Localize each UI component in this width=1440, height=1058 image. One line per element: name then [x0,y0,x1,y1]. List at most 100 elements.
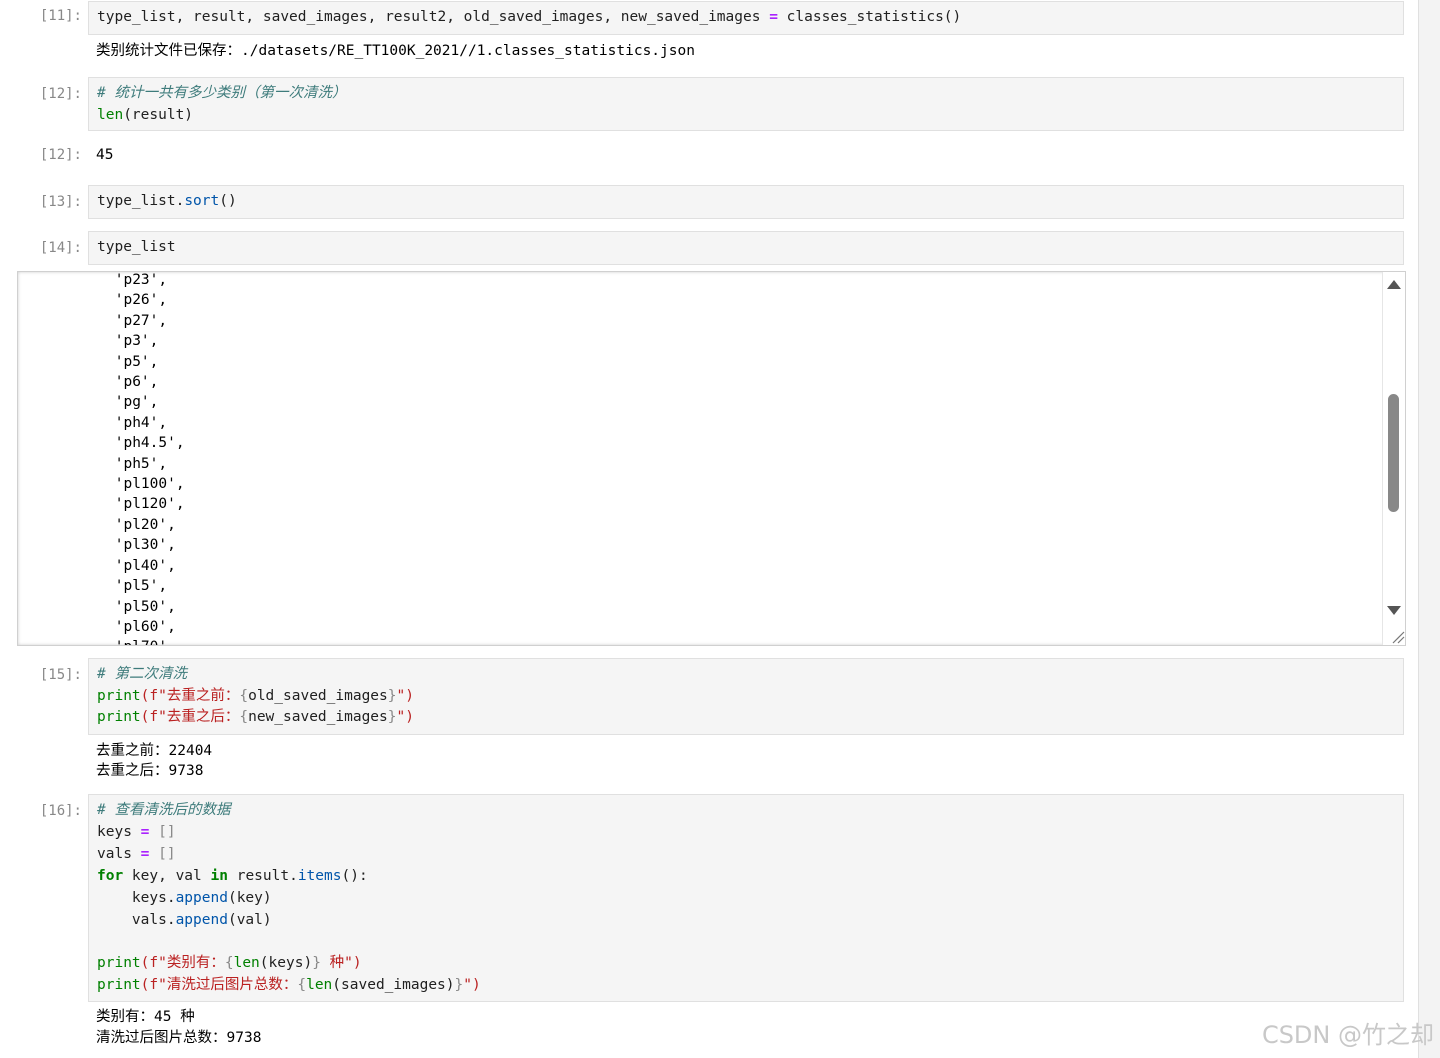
list-item: 'pg', [106,394,159,411]
cell-16-prompt: [16]: [39,803,82,819]
fstring-var: (saved_images) [332,977,455,993]
cell-13-input[interactable]: type_list.sort() [88,185,1404,219]
code-text: (result) [123,107,194,123]
cell-16-output-line-1: 类别有：45 种 [96,1009,195,1025]
code-text: keys [97,824,141,840]
fstring-brace: { [297,977,307,993]
method-append: append [175,890,228,906]
list-item: 'pl40', [106,557,176,574]
list-item: 'ph4', [106,414,168,431]
code-text: classes_statistics() [777,9,962,25]
builtin-print: print [97,709,141,725]
page-scrollbar[interactable] [1418,0,1440,1058]
list-item: 'p6', [106,374,159,391]
assign-operator: = [769,9,778,25]
fstring-brace: } [387,688,397,704]
resize-handle-icon[interactable] [1389,628,1407,646]
code-comment: # 查看清洗后的数据 [97,802,231,818]
fstring-brace: } [387,709,397,725]
code-text: (key) [227,890,272,906]
fstring-var: new_saved_images [248,709,388,725]
builtin-len: len [306,977,333,993]
method-sort: sort [184,193,220,209]
empty-list: [] [149,824,176,840]
cell-12-out-prompt: [12]: [39,147,82,163]
code-text: vals [97,846,141,862]
watermark: CSDN @竹之却 [1261,1021,1434,1049]
list-item: 'p3', [106,333,159,350]
builtin-print: print [97,977,141,993]
cell-16-output-line-2: 清洗过后图片总数：9738 [96,1030,262,1046]
list-item: 'p26', [106,292,168,309]
cell-15-input[interactable]: # 第二次清洗 print(f"去重之前：{old_saved_images}"… [88,658,1404,735]
code-text: (): [341,868,368,884]
fstring-var: old_saved_images [248,688,388,704]
scrollbar-thumb[interactable] [1388,394,1399,512]
cell-13-prompt: [13]: [39,194,82,210]
cell-14-input[interactable]: type_list [88,231,1404,265]
code-comment: # 统计一共有多少类别（第一次清洗） [97,85,347,101]
code-text: type_list, result, saved_images, result2… [97,9,770,25]
list-item: 'p5', [106,353,159,370]
list-item: 'pl5', [106,578,168,595]
list-item: 'ph5', [106,455,168,472]
cell-11-output: 类别统计文件已保存：./datasets/RE_TT100K_2021//1.c… [96,43,695,59]
builtin-print: print [97,955,141,971]
empty-list: [] [149,846,176,862]
cell-12-input[interactable]: # 统计一共有多少类别（第一次清洗） len(result) [88,77,1404,131]
code-text: type_list. [97,193,185,209]
list-item: 'ph4.5', [106,435,185,452]
method-items: items [297,868,342,884]
scroll-up-icon[interactable] [1387,280,1401,289]
fstring-prefix: (f"类别有： [140,955,225,971]
vertical-scrollbar[interactable] [1382,272,1405,645]
fstring-brace: { [224,955,234,971]
fstring-end: 种") [320,955,362,971]
output-list: 'p23', 'p26', 'p27', 'p3', 'p5', 'p6', '… [106,272,185,645]
code-text: key, val [123,868,211,884]
code-comment: # 第二次清洗 [97,666,187,682]
fstring-prefix: (f"清洗过后图片总数： [140,977,298,993]
fstring-brace: } [454,977,464,993]
fstring-var: (keys) [259,955,313,971]
list-item: 'pl50', [106,598,176,615]
code-text: type_list [97,239,176,255]
fstring-prefix: (f"去重之前： [140,688,240,704]
builtin-len: len [233,955,260,971]
cell-11-input[interactable]: type_list, result, saved_images, result2… [88,1,1404,35]
fstring-end: ") [463,977,481,993]
cell-15-prompt: [15]: [39,667,82,683]
cell-11-prompt: [11]: [39,8,82,24]
fstring-end: ") [396,688,414,704]
cell-15-output-line-2: 去重之后：9738 [96,763,204,779]
list-item: 'pl60', [106,618,176,635]
fstring-brace: } [312,955,321,971]
scroll-down-icon[interactable] [1387,606,1401,615]
builtin-print: print [97,688,141,704]
method-append: append [175,912,228,928]
code-text: result. [227,868,298,884]
keyword-for: for [97,868,124,884]
code-text: () [219,193,237,209]
fstring-brace: { [239,709,249,725]
list-item: 'pl120', [106,496,185,513]
list-item: 'p27', [106,312,168,329]
code-text: keys. [97,890,176,906]
list-item: 'pl20', [106,516,176,533]
list-item: 'pl100', [106,476,185,493]
cell-12-output: 45 [96,147,114,163]
fstring-prefix: (f"去重之后： [140,709,240,725]
cell-16-input[interactable]: # 查看清洗后的数据 keys = [] vals = [] for key, … [88,794,1404,1002]
builtin-len: len [97,107,124,123]
fstring-brace: { [239,688,249,704]
code-text: vals. [97,912,176,928]
code-text: (val) [227,912,272,928]
cell-14-prompt: [14]: [39,240,82,256]
cell-12-prompt: [12]: [39,86,82,102]
list-item: 'p23', [106,272,168,288]
keyword-in: in [210,868,228,884]
list-item: 'pl70', [106,637,185,645]
scrolled-output[interactable]: 'p23', 'p26', 'p27', 'p3', 'p5', 'p6', '… [17,271,1406,646]
fstring-end: ") [396,709,414,725]
list-item: 'pl30', [106,537,176,554]
